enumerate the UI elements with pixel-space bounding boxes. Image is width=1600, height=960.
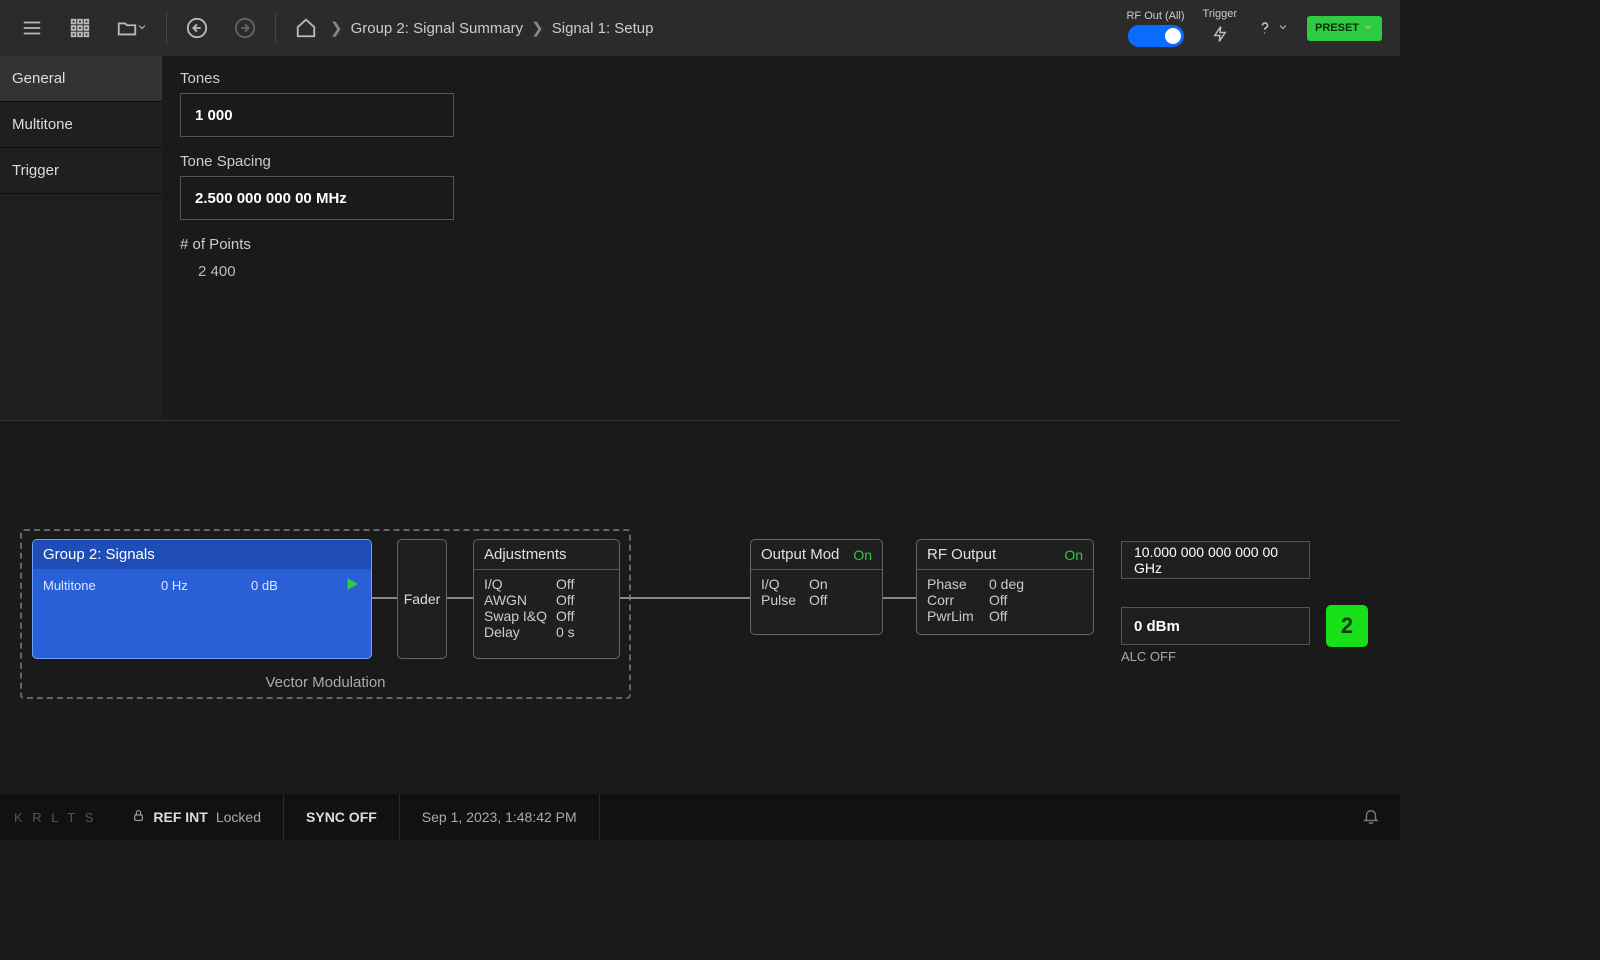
power-input[interactable]: 0 dBm: [1121, 607, 1310, 645]
sync-status-cell[interactable]: SYNC OFF: [284, 794, 400, 840]
breadcrumb: ❯ Group 2: Signal Summary ❯ Signal 1: Se…: [330, 19, 653, 37]
help-dropdown[interactable]: [1255, 16, 1289, 40]
tone-spacing-label: Tone Spacing: [180, 153, 454, 170]
ref-lock-status: Locked: [216, 809, 261, 825]
sync-label: SYNC OFF: [306, 809, 377, 825]
back-icon[interactable]: [177, 8, 217, 48]
param-value: Off: [556, 608, 574, 624]
param-row: Swap I&QOff: [484, 608, 609, 624]
rf-output-block[interactable]: RF Output On Phase0 degCorrOffPwrLimOff: [916, 539, 1094, 635]
rf-out-toggle[interactable]: [1128, 25, 1184, 47]
output-port-badge[interactable]: 2: [1326, 605, 1368, 647]
signals-block-title: Group 2: Signals: [33, 540, 371, 569]
lightning-icon[interactable]: [1211, 23, 1229, 48]
param-row: Phase0 deg: [927, 576, 1083, 592]
toolbar-separator: [166, 12, 167, 44]
rf-out-label: RF Out (All): [1126, 10, 1184, 22]
forward-icon[interactable]: [225, 8, 265, 48]
adjustments-title: Adjustments: [474, 540, 619, 570]
apps-grid-icon[interactable]: [60, 8, 100, 48]
tones-input[interactable]: 1 000: [180, 93, 454, 137]
ref-status-cell[interactable]: REF INT Locked: [110, 794, 284, 840]
alc-status-label: ALC OFF: [1121, 649, 1176, 664]
datetime-label: Sep 1, 2023, 1:48:42 PM: [422, 809, 577, 825]
param-key: AWGN: [484, 592, 556, 608]
rf-output-title: RF Output: [927, 546, 996, 563]
param-row: I/QOff: [484, 576, 609, 592]
breadcrumb-level-1[interactable]: Group 2: Signal Summary: [351, 20, 524, 37]
lock-icon: [132, 809, 145, 825]
toolbar: ❯ Group 2: Signal Summary ❯ Signal 1: Se…: [0, 0, 1400, 56]
play-icon[interactable]: [343, 575, 361, 596]
param-row: PulseOff: [761, 592, 872, 608]
param-value: Off: [556, 576, 574, 592]
param-row: AWGNOff: [484, 592, 609, 608]
breadcrumb-level-2[interactable]: Signal 1: Setup: [552, 20, 654, 37]
sidebar-item-general[interactable]: General: [0, 56, 162, 101]
signal-name: Multitone: [43, 578, 161, 593]
param-value: On: [809, 576, 828, 592]
signal-level: 0 dB: [251, 578, 321, 593]
param-key: I/Q: [484, 576, 556, 592]
wire: [372, 597, 397, 599]
param-value: Off: [556, 592, 574, 608]
chevron-right-icon: ❯: [330, 19, 343, 37]
param-value: 0 deg: [989, 576, 1024, 592]
frequency-input[interactable]: 10.000 000 000 000 00 GHz: [1121, 541, 1310, 579]
param-key: I/Q: [761, 576, 809, 592]
menu-icon[interactable]: [12, 8, 52, 48]
points-value: 2 400: [180, 259, 454, 280]
param-key: Phase: [927, 576, 989, 592]
param-key: Delay: [484, 624, 556, 640]
wire: [447, 597, 473, 599]
toolbar-separator: [275, 12, 276, 44]
param-key: Pulse: [761, 592, 809, 608]
param-key: Swap I&Q: [484, 608, 556, 624]
ref-label: REF INT: [153, 809, 207, 825]
signal-row[interactable]: Multitone 0 Hz 0 dB: [33, 569, 371, 596]
home-icon[interactable]: [286, 8, 326, 48]
param-key: PwrLim: [927, 608, 989, 624]
param-value: Off: [989, 608, 1007, 624]
sidebar: General Multitone Trigger: [0, 56, 162, 420]
tones-label: Tones: [180, 70, 454, 87]
signal-frequency: 0 Hz: [161, 578, 251, 593]
status-bar: K R L T S REF INT Locked SYNC OFF Sep 1,…: [0, 794, 1400, 840]
trigger-group: Trigger: [1203, 8, 1237, 48]
folder-open-icon[interactable]: [108, 8, 156, 48]
param-row: Delay0 s: [484, 624, 609, 640]
adjustments-block[interactable]: Adjustments I/QOffAWGNOffSwap I&QOffDela…: [473, 539, 620, 659]
tone-spacing-input[interactable]: 2.500 000 000 00 MHz: [180, 176, 454, 220]
param-value: Off: [989, 592, 1007, 608]
fader-label: Fader: [404, 591, 441, 607]
chevron-right-icon: ❯: [531, 19, 544, 37]
signal-chain-diagram: Vector Modulation Group 2: Signals Multi…: [0, 421, 1400, 781]
wire: [620, 597, 750, 599]
wire: [883, 597, 916, 599]
status-flags: K R L T S: [0, 810, 110, 825]
points-label: # of Points: [180, 236, 454, 253]
sidebar-item-trigger[interactable]: Trigger: [0, 148, 162, 193]
param-row: I/QOn: [761, 576, 872, 592]
signals-block[interactable]: Group 2: Signals Multitone 0 Hz 0 dB: [32, 539, 372, 659]
rf-out-toggle-group: RF Out (All): [1126, 10, 1184, 47]
preset-button[interactable]: PRESET: [1307, 16, 1382, 41]
param-value: Off: [809, 592, 827, 608]
param-key: Corr: [927, 592, 989, 608]
param-row: PwrLimOff: [927, 608, 1083, 624]
output-mod-block[interactable]: Output Mod On I/QOnPulseOff: [750, 539, 883, 635]
vector-modulation-label: Vector Modulation: [22, 674, 629, 691]
form-panel: Tones 1 000 Tone Spacing 2.500 000 000 0…: [162, 56, 472, 420]
output-mod-status: On: [853, 547, 872, 563]
trigger-label: Trigger: [1203, 8, 1237, 20]
param-value: 0 s: [556, 624, 575, 640]
datetime-cell: Sep 1, 2023, 1:48:42 PM: [400, 794, 600, 840]
output-mod-title: Output Mod: [761, 546, 839, 563]
notifications-icon[interactable]: [1342, 807, 1400, 828]
param-row: CorrOff: [927, 592, 1083, 608]
rf-output-status: On: [1064, 547, 1083, 563]
preset-button-label: PRESET: [1315, 22, 1359, 34]
fader-block[interactable]: Fader: [397, 539, 447, 659]
sidebar-item-multitone[interactable]: Multitone: [0, 102, 162, 147]
